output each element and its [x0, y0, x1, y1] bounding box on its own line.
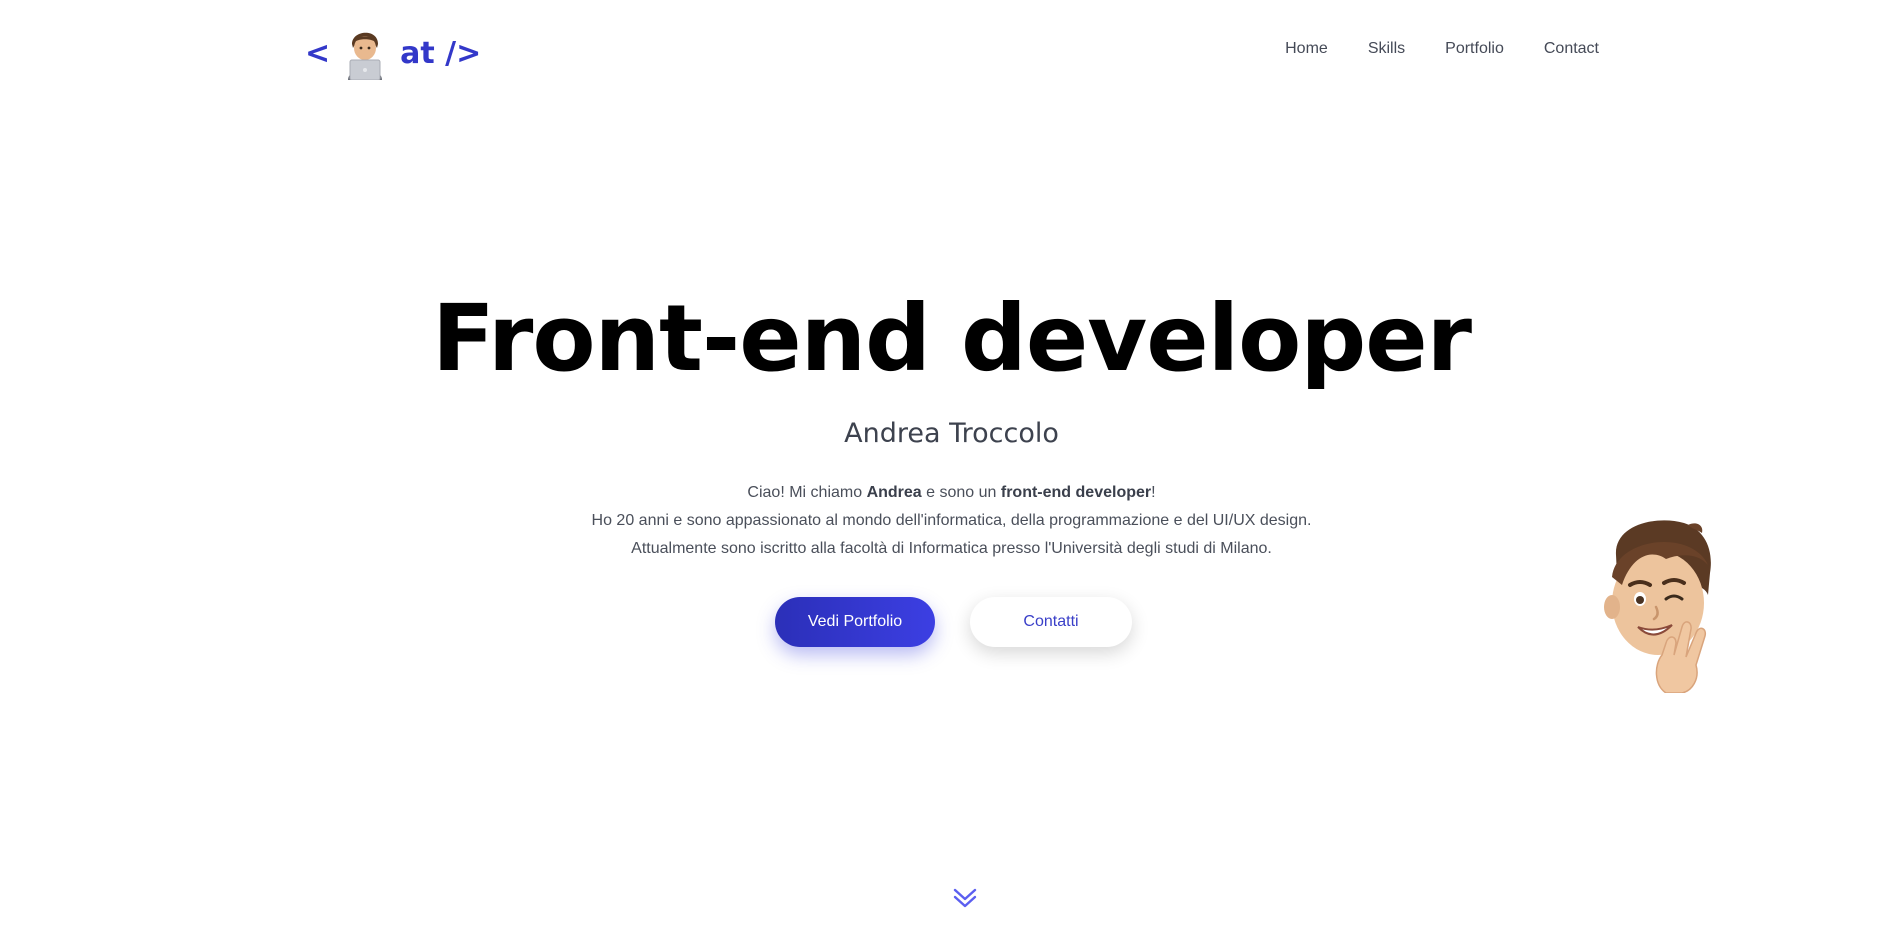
- nav-item-skills[interactable]: Skills: [1368, 40, 1405, 58]
- hero-name: Andrea Troccolo: [844, 418, 1059, 449]
- nav-item-contact[interactable]: Contact: [1544, 40, 1599, 58]
- logo-open-bracket: <: [305, 35, 331, 71]
- technologist-emoji-icon: [348, 32, 383, 80]
- intro-suffix: !: [1151, 484, 1156, 501]
- intro-role: front-end developer: [1000, 484, 1152, 501]
- view-portfolio-button[interactable]: Vedi Portfolio: [775, 597, 935, 647]
- nav-item-portfolio[interactable]: Portfolio: [1445, 40, 1504, 58]
- hero-title: Front-end developer: [432, 285, 1472, 392]
- site-header: < at /> Home Skills Portfolio Contact: [0, 0, 1903, 104]
- waving-memoji-icon: [1604, 520, 1711, 693]
- double-chevron-down-icon[interactable]: [952, 886, 978, 910]
- page: < at /> Home Skills Portfolio Contact Fr…: [0, 0, 1903, 926]
- logo-close-bracket: at />: [400, 35, 482, 71]
- intro-middle: e sono un: [921, 484, 1001, 501]
- nav-item-home[interactable]: Home: [1285, 40, 1328, 58]
- intro-prefix: Ciao! Mi chiamo: [747, 484, 867, 501]
- logo[interactable]: < at />: [305, 26, 481, 80]
- intro-name: Andrea: [866, 484, 922, 501]
- hero-intro-line: Ciao! Mi chiamo Andrea e sono un front-e…: [0, 479, 1903, 507]
- contact-button[interactable]: Contatti: [970, 597, 1132, 647]
- main-nav: Home Skills Portfolio Contact: [1285, 40, 1599, 58]
